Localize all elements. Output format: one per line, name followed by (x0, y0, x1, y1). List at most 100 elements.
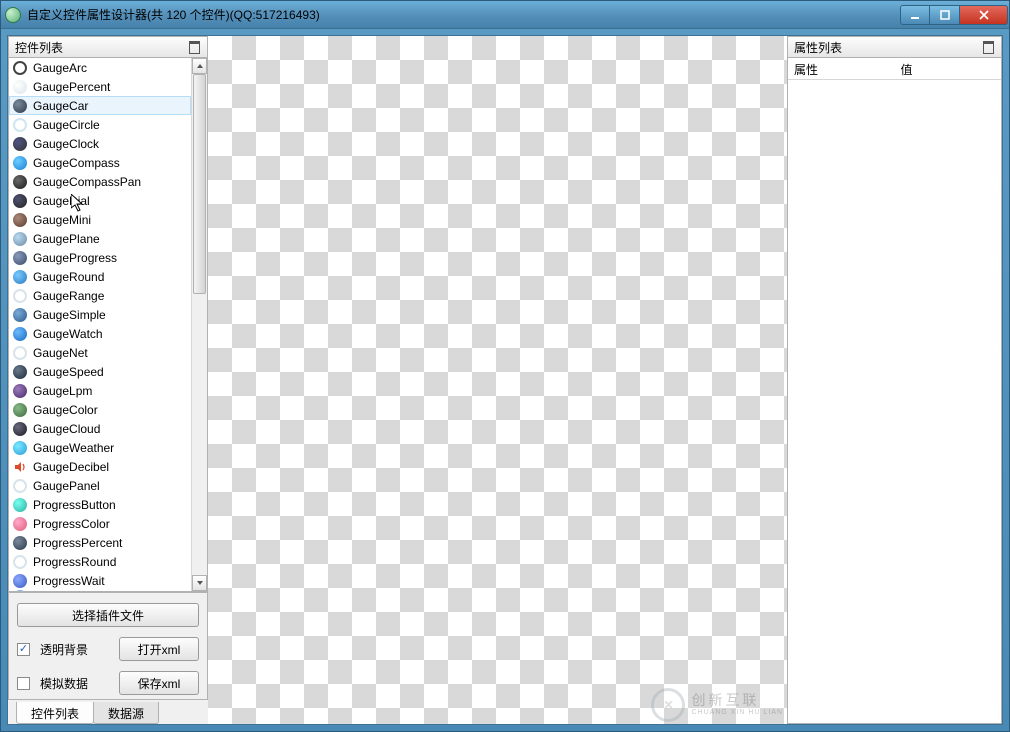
list-item[interactable]: GaugeDecibel (9, 457, 191, 476)
list-item-label: GaugeWeather (33, 441, 114, 455)
list-item[interactable]: ProgressColor (9, 514, 191, 533)
list-item-label: ProgressWait (33, 574, 105, 588)
list-item[interactable]: GaugeCircle (9, 115, 191, 134)
widget-icon (13, 365, 27, 379)
list-item-label: GaugeLpm (33, 384, 92, 398)
list-item-label: GaugeSimple (33, 308, 106, 322)
list-item[interactable]: GaugeClock (9, 134, 191, 153)
left-panel: 控件列表 GaugeArc GaugePercent GaugeCar GaugeCi… (8, 36, 208, 724)
right-panel: 属性列表 属性 值 (787, 36, 1002, 724)
scroll-down-button[interactable] (192, 575, 207, 591)
list-item-label: GaugeWatch (33, 327, 103, 341)
list-item[interactable]: GaugePlane (9, 229, 191, 248)
list-item-label: GaugeCompass (33, 156, 120, 170)
widget-icon (13, 175, 27, 189)
left-panel-header[interactable]: 控件列表 (8, 36, 208, 58)
list-item-label: GaugeRound (33, 270, 104, 284)
widget-icon (13, 80, 27, 94)
list-item[interactable]: ProgressPercent (9, 533, 191, 552)
mock-data-label: 模拟数据 (40, 675, 109, 692)
save-xml-button[interactable]: 保存xml (119, 671, 199, 695)
list-item[interactable]: GaugeCar (9, 96, 191, 115)
minimize-button[interactable] (900, 5, 930, 25)
dock-toggle-icon[interactable] (981, 40, 995, 54)
dock-toggle-icon[interactable] (187, 40, 201, 54)
list-item-label: GaugeRange (33, 289, 104, 303)
list-item[interactable]: GaugeNet (9, 343, 191, 362)
widget-icon (13, 270, 27, 284)
design-canvas[interactable]: ✕ 创新互联 CHUANG XIN HU LIAN (208, 36, 787, 724)
list-item-label: GaugeSpeed (33, 365, 104, 379)
widget-icon (13, 479, 27, 493)
left-panel-title: 控件列表 (15, 39, 63, 56)
list-item[interactable]: GaugeArc (9, 58, 191, 77)
left-bottom-controls: 选择插件文件 透明背景 打开xml 模拟数据 保存xml (8, 592, 208, 700)
list-item[interactable]: GaugeLpm (9, 381, 191, 400)
select-plugin-button[interactable]: 选择插件文件 (17, 603, 199, 627)
property-grid[interactable]: 属性 值 (787, 58, 1002, 724)
list-item[interactable]: ProgressButton (9, 495, 191, 514)
list-item-label: GaugeCloud (33, 422, 100, 436)
list-item-label: GaugeProgress (33, 251, 117, 265)
list-item[interactable]: ProgressRound (9, 552, 191, 571)
list-item[interactable]: GaugeCloud (9, 419, 191, 438)
list-item-label: ProgressColor (33, 517, 110, 531)
widget-icon (13, 498, 27, 512)
maximize-button[interactable] (930, 5, 960, 25)
widget-icon (13, 61, 27, 75)
tab-datasource[interactable]: 数据源 (93, 702, 159, 724)
list-item[interactable]: ProgressWater (9, 590, 191, 591)
list-item[interactable]: GaugeRound (9, 267, 191, 286)
list-item[interactable]: GaugeWatch (9, 324, 191, 343)
prop-col-name: 属性 (788, 58, 895, 79)
list-item[interactable]: ProgressWait (9, 571, 191, 590)
list-item-label: GaugePlane (33, 232, 100, 246)
scroll-thumb[interactable] (193, 74, 206, 294)
list-item[interactable]: GaugeWeather (9, 438, 191, 457)
app-icon (5, 7, 21, 23)
list-item-label: GaugeCircle (33, 118, 100, 132)
scroll-up-button[interactable] (192, 58, 207, 74)
widget-icon (13, 460, 27, 474)
widget-icon (13, 403, 27, 417)
widget-icon (13, 213, 27, 227)
mock-data-checkbox[interactable] (17, 677, 30, 690)
list-item[interactable]: GaugeProgress (9, 248, 191, 267)
widget-icon (13, 590, 27, 591)
watermark-logo-icon: ✕ (651, 688, 685, 722)
list-item[interactable]: GaugeCompassPan (9, 172, 191, 191)
transparent-bg-label: 透明背景 (40, 641, 109, 658)
list-item[interactable]: GaugeDial (9, 191, 191, 210)
transparent-bg-checkbox[interactable] (17, 643, 30, 656)
list-item-label: GaugeMini (33, 213, 91, 227)
list-item[interactable]: GaugeSpeed (9, 362, 191, 381)
window-title: 自定义控件属性设计器(共 120 个控件)(QQ:517216493) (27, 6, 900, 23)
list-item[interactable]: GaugePanel (9, 476, 191, 495)
right-panel-title: 属性列表 (794, 39, 842, 56)
scrollbar[interactable] (191, 58, 207, 591)
list-item[interactable]: GaugeCompass (9, 153, 191, 172)
widget-icon (13, 422, 27, 436)
list-item-label: GaugeColor (33, 403, 98, 417)
list-item-label: GaugeDial (33, 194, 90, 208)
left-tabs: 控件列表 数据源 (8, 700, 208, 724)
list-item-label: GaugeCompassPan (33, 175, 141, 189)
list-item[interactable]: GaugeColor (9, 400, 191, 419)
list-item-label: GaugePercent (33, 80, 110, 94)
open-xml-button[interactable]: 打开xml (119, 637, 199, 661)
list-item[interactable]: GaugePercent (9, 77, 191, 96)
close-button[interactable] (960, 5, 1008, 25)
widget-icon (13, 251, 27, 265)
widget-icon (13, 536, 27, 550)
titlebar[interactable]: 自定义控件属性设计器(共 120 个控件)(QQ:517216493) (1, 1, 1009, 29)
watermark: ✕ 创新互联 CHUANG XIN HU LIAN (651, 688, 783, 722)
right-panel-header[interactable]: 属性列表 (787, 36, 1002, 58)
prop-col-value: 值 (895, 58, 1002, 79)
list-item[interactable]: GaugeRange (9, 286, 191, 305)
widget-icon (13, 346, 27, 360)
tab-widgets[interactable]: 控件列表 (16, 702, 94, 724)
widget-list: GaugeArc GaugePercent GaugeCar GaugeCircle G… (8, 58, 208, 592)
widget-icon (13, 327, 27, 341)
list-item[interactable]: GaugeSimple (9, 305, 191, 324)
list-item[interactable]: GaugeMini (9, 210, 191, 229)
